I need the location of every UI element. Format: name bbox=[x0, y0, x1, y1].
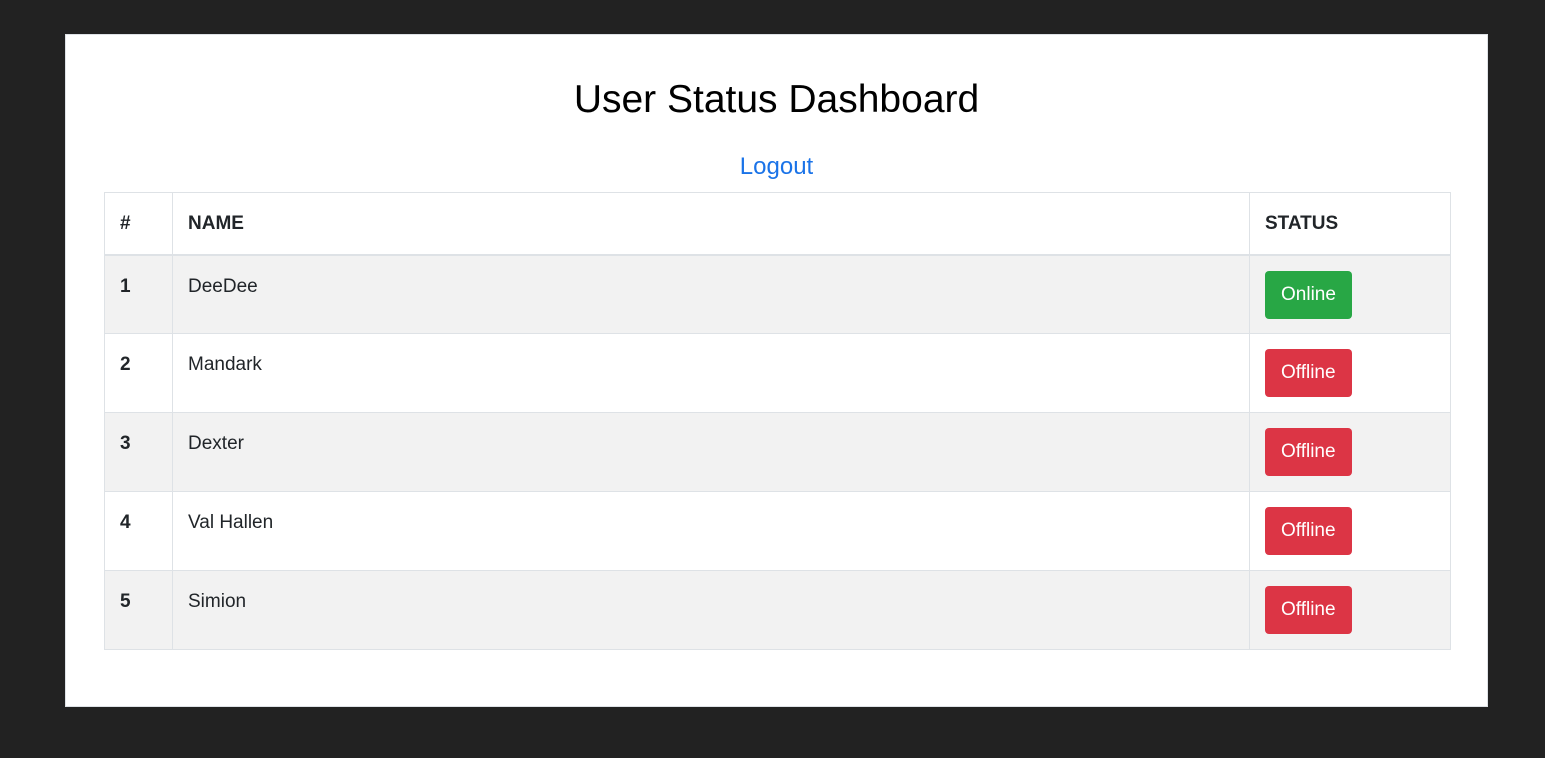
logout-container: Logout bbox=[66, 152, 1487, 182]
status-button-offline[interactable]: Offline bbox=[1265, 586, 1352, 634]
table-body: 1 DeeDee Online 2 Mandark Offline 3 Dext… bbox=[104, 254, 1451, 650]
table-row: 2 Mandark Offline bbox=[104, 333, 1451, 413]
row-number: 1 bbox=[104, 254, 173, 334]
user-name: Val Hallen bbox=[172, 491, 1250, 571]
table-header-row: # NAME STATUS bbox=[104, 192, 1451, 256]
status-button-offline[interactable]: Offline bbox=[1265, 349, 1352, 397]
status-button-offline[interactable]: Offline bbox=[1265, 428, 1352, 476]
status-button-offline[interactable]: Offline bbox=[1265, 507, 1352, 555]
logout-link[interactable]: Logout bbox=[740, 153, 813, 180]
user-name: DeeDee bbox=[172, 254, 1250, 334]
row-number: 3 bbox=[104, 412, 173, 492]
user-name: Mandark bbox=[172, 333, 1250, 413]
row-number: 5 bbox=[104, 570, 173, 650]
table-row: 3 Dexter Offline bbox=[104, 412, 1451, 492]
user-status-table: # NAME STATUS 1 DeeDee Online 2 Mandark … bbox=[104, 192, 1451, 650]
status-cell: Offline bbox=[1249, 333, 1451, 413]
column-header-name: NAME bbox=[172, 192, 1250, 256]
row-number: 4 bbox=[104, 491, 173, 571]
status-cell: Offline bbox=[1249, 570, 1451, 650]
table-header: # NAME STATUS bbox=[104, 192, 1451, 256]
dashboard-card: User Status Dashboard Logout # NAME STAT… bbox=[65, 34, 1488, 707]
column-header-number: # bbox=[104, 192, 173, 256]
table-row: 4 Val Hallen Offline bbox=[104, 491, 1451, 571]
user-name: Dexter bbox=[172, 412, 1250, 492]
status-cell: Offline bbox=[1249, 491, 1451, 571]
row-number: 2 bbox=[104, 333, 173, 413]
page-title: User Status Dashboard bbox=[573, 78, 980, 121]
table-row: 1 DeeDee Online bbox=[104, 254, 1451, 334]
table-row: 5 Simion Offline bbox=[104, 570, 1451, 650]
status-cell: Offline bbox=[1249, 412, 1451, 492]
column-header-status: STATUS bbox=[1249, 192, 1451, 256]
status-button-online[interactable]: Online bbox=[1265, 270, 1352, 319]
status-cell: Online bbox=[1249, 254, 1451, 334]
user-name: Simion bbox=[172, 570, 1250, 650]
